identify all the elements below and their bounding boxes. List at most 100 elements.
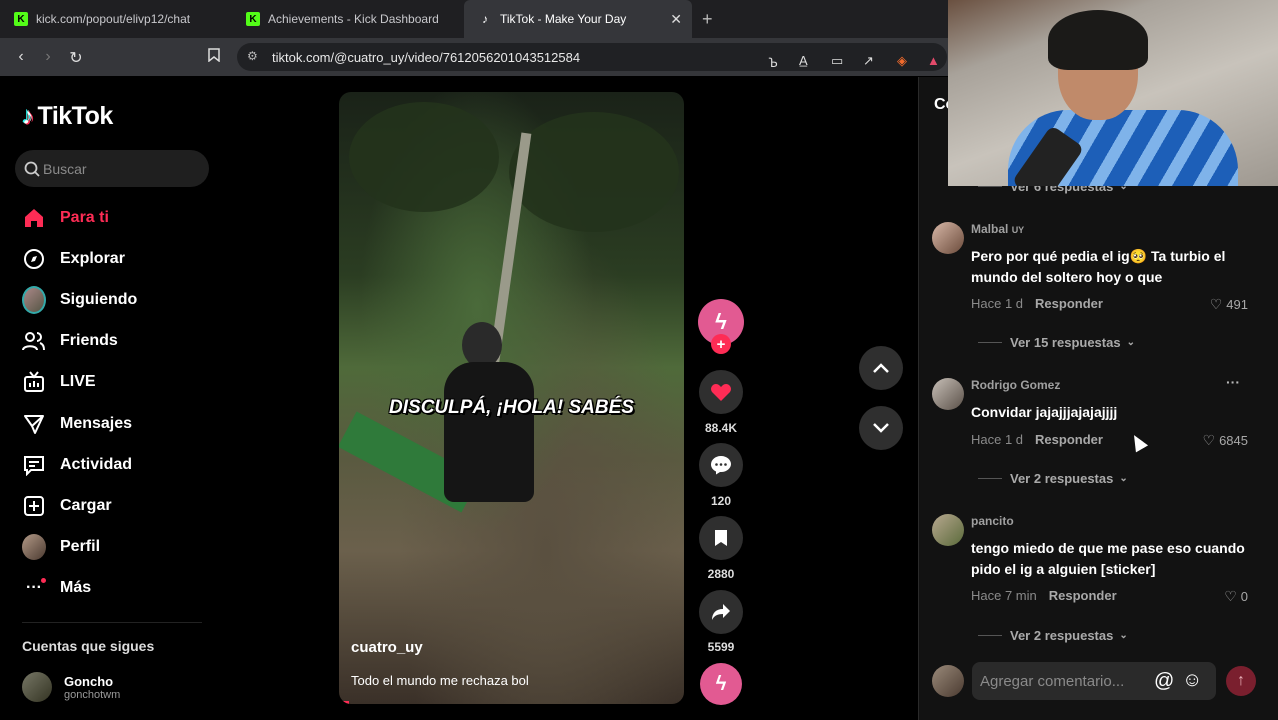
translate-icon[interactable]: A̲ [799,53,808,68]
comment-like-count: 6845 [1219,433,1248,448]
address-bar[interactable]: ⚙ tiktok.com/@cuatro_uy/video/7612056201… [237,43,947,71]
brave-rewards-icon[interactable]: ▲ [927,53,940,68]
avatar [932,665,964,697]
heart-icon [711,384,731,401]
heart-outline-icon: ♡ [1224,588,1237,604]
browser-tab-bar: K kick.com/popout/elivp12/chat K Achieve… [0,0,948,38]
comment-username[interactable]: Malbal UY [971,222,1024,236]
forward-icon[interactable]: › [39,48,57,66]
back-icon[interactable]: ‹ [12,48,30,66]
sidebar-item-explorar[interactable]: Explorar [22,245,125,273]
video-scene-person [434,322,544,522]
reply-button[interactable]: Responder [1049,588,1117,603]
comment-like-button[interactable]: ♡ 491 [1210,296,1248,313]
chevron-down-icon: ⌄ [1126,337,1135,348]
replies-divider [978,342,1002,343]
tab-tiktok[interactable]: ♪ TikTok - Make Your Day ✕ [464,0,692,38]
sidebar-item-label: Siguiendo [60,291,138,308]
share-arrow-icon [712,604,730,620]
view-replies-button[interactable]: Ver 2 respuestas ⌄ [978,628,1128,643]
account-handle: gonchotwm [64,688,121,701]
video-username[interactable]: cuatro_uy [351,639,423,656]
cast-icon[interactable]: ▭ [831,53,843,69]
sidebar-item-cargar[interactable]: Cargar [22,492,112,520]
avatar [22,672,52,702]
browser-toolbar: ‹ › ↻ ⚙ tiktok.com/@cuatro_uy/video/7612… [0,38,948,76]
reader-off-icon[interactable]: Ꙏ [769,53,778,71]
share-button[interactable] [699,590,743,634]
follow-button[interactable]: + [711,334,731,354]
avatar-icon [22,286,46,314]
next-author-avatar[interactable]: ϟ [700,663,742,705]
following-account[interactable]: Goncho gonchotwm [22,672,120,702]
sidebar-item-perfil[interactable]: Perfil [22,533,100,561]
tab-kick-chat[interactable]: K kick.com/popout/elivp12/chat [0,0,232,38]
search-placeholder: Buscar [43,160,87,177]
sidebar-item-label: Cargar [60,497,112,514]
comment-input[interactable]: Agregar comentario... [972,662,1216,700]
comment-like-button[interactable]: ♡ 6845 [1203,432,1248,449]
home-icon [22,206,46,230]
comment-time: Hace 1 d [971,296,1024,311]
sidebar-item-siguiendo[interactable]: Siguiendo [22,286,137,314]
previous-video-button[interactable] [859,346,903,390]
send-comment-button[interactable]: ↑ [1226,666,1256,696]
send-icon [22,412,46,436]
reply-button[interactable]: Responder [1035,296,1103,311]
video-player[interactable]: DISCULPÁ, ¡HOLA! SABÉS cuatro_uy Todo el… [339,92,684,704]
avatar[interactable] [932,514,964,546]
chevron-up-icon [873,363,889,373]
comment-text: Convidar jajajjjajajajjjj [971,404,1118,420]
avatar[interactable] [932,378,964,410]
sidebar-item-para-ti[interactable]: Para ti [22,204,109,232]
sidebar-item-live[interactable]: LIVE [22,368,96,396]
tab-label: kick.com/popout/elivp12/chat [36,12,191,26]
save-button[interactable] [699,516,743,560]
reply-button[interactable]: Responder [1035,432,1103,447]
close-tab-icon[interactable]: ✕ [670,11,682,28]
sidebar-item-friends[interactable]: Friends [22,327,118,355]
sidebar-item-mas[interactable]: ··· Más [22,574,91,602]
sidebar-item-actividad[interactable]: Actividad [22,451,132,479]
comment-button[interactable] [699,443,743,487]
like-button[interactable] [699,370,743,414]
sidebar-item-label: Explorar [60,250,125,267]
chevron-down-icon: ⌄ [1119,473,1128,484]
saves-count: 2880 [707,567,735,581]
heart-outline-icon: ♡ [1209,296,1223,312]
compass-icon [22,247,46,271]
more-options-icon[interactable]: ··· [1226,374,1240,390]
comment-username[interactable]: Rodrigo Gomez [971,378,1060,392]
view-replies-button[interactable]: Ver 2 respuestas ⌄ [978,471,1128,486]
live-icon [22,370,46,394]
comment-like-button[interactable]: ♡ 0 [1224,588,1248,605]
view-replies-button[interactable]: Ver 15 respuestas ⌄ [978,335,1135,350]
comment-text: Pero por qué pedia el ig🥺 Ta turbio el m… [971,248,1226,285]
video-progress-bar[interactable] [339,701,350,704]
sidebar-item-label: Friends [60,332,118,349]
comment-meta: Hace 7 min Responder [971,588,1117,603]
bookmark-icon[interactable] [205,48,223,67]
comment-like-count: 491 [1226,297,1248,312]
account-name: Goncho [64,673,114,689]
webcam-hair [1048,10,1148,70]
emoji-icon[interactable]: ☺ [1182,669,1202,692]
new-tab-button[interactable]: + [702,9,713,30]
tab-kick-dashboard[interactable]: K Achievements - Kick Dashboard [232,0,464,38]
avatar[interactable] [932,222,964,254]
heart-outline-icon: ♡ [1202,432,1216,448]
search-input[interactable]: Buscar [15,150,209,187]
tiktok-logo[interactable]: ♪ TikTok [22,102,113,131]
mention-icon[interactable]: @ [1154,670,1174,693]
chevron-down-icon: ⌄ [1119,630,1128,641]
replies-label: Ver 2 respuestas [1010,471,1114,486]
comments-count: 120 [710,494,732,508]
brave-shield-icon[interactable]: ◈ [897,53,907,69]
sidebar-item-label: Mensajes [60,415,133,432]
share-icon[interactable]: ↗ [863,53,874,69]
comment-username[interactable]: pancito [971,514,1014,528]
reload-icon[interactable]: ↻ [67,48,85,68]
next-video-button[interactable] [859,406,903,450]
site-info-icon[interactable]: ⚙ [247,49,258,63]
sidebar-item-mensajes[interactable]: Mensajes [22,410,132,438]
